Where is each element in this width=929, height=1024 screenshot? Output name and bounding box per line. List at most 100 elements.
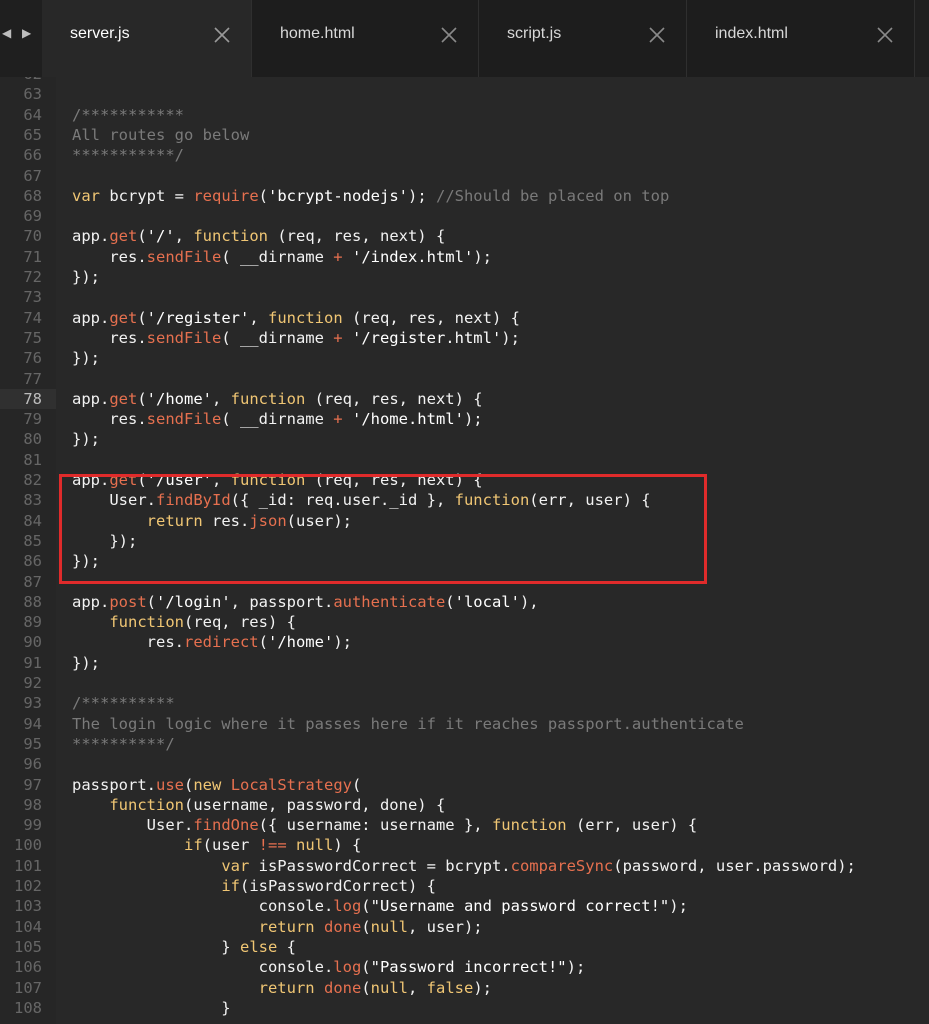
code-line[interactable]: 85 }); [0, 531, 929, 551]
code-line[interactable]: 91}); [0, 653, 929, 673]
code-token: (req, res, next) { [342, 308, 520, 327]
code-token: findById [156, 491, 231, 510]
code-line[interactable]: 103 console.log("Username and password c… [0, 896, 929, 916]
code-text: All routes go below [72, 125, 249, 145]
code-token: ( [361, 958, 371, 977]
code-text: res.sendFile( __dirname + '/home.html'); [72, 409, 483, 429]
code-line[interactable]: 92 [0, 673, 929, 693]
code-line[interactable]: 87 [0, 572, 929, 592]
code-line[interactable]: 97 passport.use(new LocalStrategy( [0, 775, 929, 795]
code-line[interactable]: 89 function(req, res) { [0, 612, 929, 632]
code-line[interactable]: 102 if(isPasswordCorrect) { [0, 876, 929, 896]
code-token: (req, res, next) { [305, 471, 483, 489]
code-line[interactable]: 83 User.findById({ _id: req.user._id }, … [0, 490, 929, 510]
code-text: console.log("Username and password corre… [72, 896, 688, 916]
code-line[interactable]: 90 res.redirect('/home'); [0, 632, 929, 652]
code-token: get [109, 227, 138, 246]
code-token: function [193, 227, 268, 246]
code-line[interactable]: 63 [0, 84, 929, 104]
triangle-right-icon[interactable]: ▶ [22, 26, 31, 40]
code-token: '/home.html' [351, 410, 464, 429]
close-icon[interactable] [440, 26, 458, 44]
code-token: ({ _id: req.user._id }, [230, 491, 455, 510]
code-line[interactable]: 71 res.sendFile( __dirname + '/index.htm… [0, 247, 929, 267]
code-line[interactable]: 101 var isPasswordCorrect = bcrypt.compa… [0, 856, 929, 876]
code-line[interactable]: 69 [0, 206, 929, 226]
code-line[interactable]: 104 return done(null, user); [0, 917, 929, 937]
code-line[interactable]: 95 **********/ [0, 734, 929, 754]
code-line[interactable]: 105 } else { [0, 937, 929, 957]
code-text: User.findOne({ username: username }, fun… [72, 815, 698, 835]
code-token: ( [361, 978, 371, 997]
code-line[interactable]: 81 [0, 450, 929, 470]
code-line[interactable]: 70 app.get('/', function (req, res, next)… [0, 226, 929, 246]
line-number: 90 [23, 633, 42, 652]
code-line[interactable]: 74 app.get('/register', function (req, re… [0, 308, 929, 328]
code-token: null [370, 978, 408, 997]
code-line[interactable]: 73 [0, 287, 929, 307]
code-line[interactable]: 93 /********** [0, 693, 929, 713]
code-token: null [370, 917, 408, 936]
code-line[interactable]: 79 res.sendFile( __dirname + '/home.html… [0, 409, 929, 429]
code-line[interactable]: 78 app.get('/home', function (req, res, n… [0, 388, 929, 409]
code-line[interactable]: 82 app.get('/user', function (req, res, n… [0, 470, 929, 490]
code-line[interactable]: 99 User.findOne({ username: username }, … [0, 815, 929, 835]
code-line[interactable]: 94 The login logic where it passes here i… [0, 714, 929, 734]
code-line[interactable]: 76}); [0, 348, 929, 368]
code-line[interactable]: 68 var bcrypt = require('bcrypt-nodejs');… [0, 186, 929, 206]
code-line[interactable]: 64 /*********** [0, 105, 929, 125]
code-line[interactable]: 65 All routes go below [0, 125, 929, 145]
code-line[interactable]: 67 [0, 166, 929, 186]
code-line[interactable]: 86}); [0, 551, 929, 571]
code-token: sendFile [146, 410, 222, 429]
code-line[interactable]: 66 ***********/ [0, 145, 929, 165]
close-icon[interactable] [213, 26, 231, 44]
tab-home-html[interactable]: home.html [252, 0, 479, 77]
code-line[interactable]: 96 [0, 754, 929, 774]
close-icon[interactable] [876, 26, 894, 44]
line-number: 106 [14, 958, 42, 977]
line-number: 93 [23, 694, 42, 713]
tab-nav-arrows[interactable]: ◀ ▶ [0, 22, 42, 48]
code-line[interactable]: 62 [0, 77, 929, 84]
code-token: (err, user) { [566, 816, 698, 835]
line-number: 75 [23, 328, 42, 347]
tab-server-js[interactable]: server.js [42, 0, 252, 77]
code-line[interactable]: 75 res.sendFile( __dirname + '/register.… [0, 328, 929, 348]
code-token: return [146, 511, 203, 530]
code-token: }); [72, 349, 100, 368]
code-line[interactable]: 98 function(username, password, done) { [0, 795, 929, 815]
line-number: 89 [23, 613, 42, 632]
line-number: 71 [23, 247, 42, 266]
code-token: ( __dirname [221, 247, 334, 266]
code-token: app. [72, 308, 110, 327]
code-line[interactable]: 108 } [0, 998, 929, 1018]
code-line[interactable]: 106 console.log("Password incorrect!"); [0, 957, 929, 977]
line-number: 88 [23, 592, 42, 611]
code-token: function [230, 389, 306, 408]
line-number: 84 [23, 511, 42, 530]
code-line[interactable]: 77 [0, 369, 929, 389]
code-line[interactable]: 107 return done(null, false); [0, 978, 929, 998]
line-number: 80 [23, 430, 42, 449]
tab-index-html[interactable]: index.html [687, 0, 915, 77]
code-token: '/register.html' [351, 328, 502, 347]
code-token: console. [72, 958, 334, 977]
triangle-left-icon[interactable]: ◀ [2, 26, 11, 40]
code-editor[interactable]: 626364/***********65All routes go below6… [0, 77, 929, 1024]
close-icon[interactable] [648, 26, 666, 44]
line-number: 79 [23, 410, 42, 429]
line-number: 101 [14, 856, 42, 875]
line-number: 105 [14, 937, 42, 956]
code-line[interactable]: 84 return res.json(user); [0, 511, 929, 531]
tab-script-js[interactable]: script.js [479, 0, 687, 77]
code-token: function [230, 471, 306, 489]
line-number: 81 [23, 450, 42, 469]
code-token: ); [463, 410, 483, 429]
code-text: return done(null, user); [72, 917, 483, 937]
code-line[interactable]: 72}); [0, 267, 929, 287]
code-line[interactable]: 88 app.post('/login', passport.authentica… [0, 592, 929, 612]
code-line[interactable]: 80}); [0, 429, 929, 449]
code-line[interactable]: 100 if(user !== null) { [0, 835, 929, 855]
